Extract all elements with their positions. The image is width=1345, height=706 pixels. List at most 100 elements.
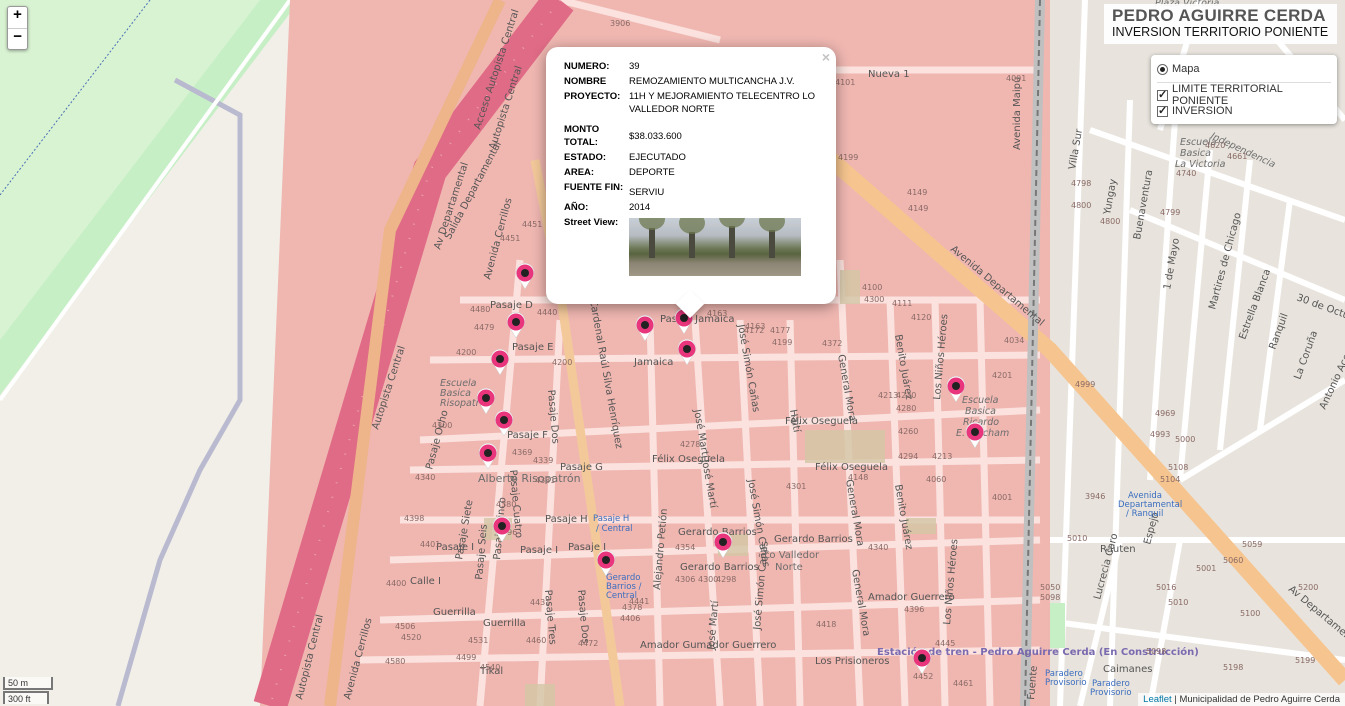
- poi-label: Basica: [965, 406, 996, 417]
- project-popup: × NUMERO: 39 NOMBRE REMOZAMIENTO MULTICA…: [546, 47, 836, 319]
- svg-text:5100: 5100: [1240, 609, 1260, 618]
- svg-text:4440: 4440: [537, 308, 557, 317]
- svg-text:4661: 4661: [1227, 152, 1247, 161]
- svg-text:5198: 5198: [1223, 663, 1243, 672]
- checkbox-icon[interactable]: [1157, 104, 1168, 117]
- svg-text:5104: 5104: [1160, 475, 1180, 484]
- street-label: Jamaica: [633, 357, 673, 368]
- checkbox-icon[interactable]: [1157, 88, 1168, 101]
- street-label: Pasaje E: [512, 342, 553, 353]
- svg-text:4354: 4354: [675, 543, 695, 552]
- svg-text:4452: 4452: [913, 672, 933, 681]
- sports-field-4: [840, 270, 860, 304]
- svg-text:4200: 4200: [456, 348, 476, 357]
- svg-text:3906: 3906: [610, 19, 630, 28]
- field-key: MONTO TOTAL:: [564, 124, 600, 148]
- svg-text:4531: 4531: [468, 636, 488, 645]
- popup-row-nombre: NOMBRE REMOZAMIENTO MULTICANCHA J.V.: [564, 74, 819, 89]
- svg-text:4418: 4418: [816, 620, 836, 629]
- base-layer-mapa[interactable]: Mapa: [1157, 61, 1331, 77]
- radio-icon[interactable]: [1157, 63, 1168, 75]
- street-label: Pasaje I: [568, 542, 606, 553]
- street-label: Nueva 1: [868, 69, 910, 80]
- svg-text:4400: 4400: [386, 579, 406, 588]
- sports-field-1: [805, 430, 885, 463]
- zoom-out-button[interactable]: −: [8, 28, 27, 49]
- svg-text:4506: 4506: [395, 622, 415, 631]
- leaflet-link[interactable]: Leaflet: [1143, 694, 1172, 705]
- svg-text:4060: 4060: [926, 475, 946, 484]
- field-key: AREA:: [564, 167, 595, 178]
- svg-text:4999: 4999: [1075, 380, 1095, 389]
- svg-text:4100: 4100: [862, 283, 882, 292]
- svg-text:4472: 4472: [578, 639, 598, 648]
- svg-text:4149: 4149: [907, 188, 927, 197]
- street-label: Avenida Maipú: [1011, 77, 1023, 150]
- street-label: Félix Oseguela: [815, 461, 888, 473]
- svg-text:4445: 4445: [935, 639, 955, 648]
- street-label: Pasaje F: [507, 430, 548, 441]
- svg-text:4001: 4001: [992, 493, 1012, 502]
- zoom-control: + −: [7, 6, 28, 50]
- svg-text:4479: 4479: [474, 323, 494, 332]
- street-view-image[interactable]: [629, 218, 801, 276]
- popup-row-streetview: Street View:: [564, 215, 819, 277]
- svg-text:4580: 4580: [385, 657, 405, 666]
- poi-label: Alberto Risopatrón: [478, 472, 581, 485]
- stop-label: / Ranquil: [1126, 509, 1163, 519]
- poi-label: Escuela: [962, 395, 999, 406]
- svg-text:4969: 4969: [1155, 409, 1175, 418]
- svg-text:4372: 4372: [822, 339, 842, 348]
- svg-text:4740: 4740: [1176, 169, 1196, 178]
- street-label: Pasaje I: [520, 545, 558, 556]
- popup-row-numero: NUMERO: 39: [564, 59, 819, 74]
- svg-text:5050: 5050: [1040, 583, 1060, 592]
- svg-text:4378: 4378: [622, 603, 642, 612]
- street-label: Amador Guerrero: [868, 592, 955, 603]
- svg-text:4199: 4199: [838, 153, 858, 162]
- field-key: Street View:: [564, 217, 619, 228]
- street-label: Gerardo Barrios: [680, 562, 759, 573]
- svg-text:5059: 5059: [1242, 540, 1262, 549]
- layer-label: LIMITE TERRITORIAL PONIENTE: [1172, 83, 1283, 107]
- popup-close-button[interactable]: ×: [822, 49, 830, 65]
- zoom-in-button[interactable]: +: [8, 7, 27, 28]
- svg-text:4406: 4406: [620, 614, 640, 623]
- svg-text:4163: 4163: [707, 309, 727, 318]
- svg-text:5098: 5098: [1040, 593, 1060, 602]
- svg-text:4369: 4369: [512, 448, 532, 457]
- svg-text:4300: 4300: [432, 421, 452, 430]
- popup-row-estado: ESTADO: EJECUTADO: [564, 150, 819, 165]
- svg-text:4451: 4451: [522, 220, 542, 229]
- attribution: Leaflet | Municipalidad de Pedro Aguirre…: [1138, 693, 1345, 706]
- svg-text:4280: 4280: [896, 404, 916, 413]
- svg-text:4396: 4396: [904, 605, 924, 614]
- sports-field-6: [525, 684, 555, 706]
- svg-text:4340: 4340: [868, 543, 888, 552]
- svg-text:5108: 5108: [1168, 463, 1188, 472]
- stop-label: Provisorio: [1045, 678, 1087, 688]
- svg-text:4620: 4620: [1205, 141, 1225, 150]
- map-subtitle: INVERSION TERRITORIO PONIENTE: [1112, 25, 1329, 39]
- field-key: AÑO:: [564, 202, 589, 213]
- street-label: Félix Oseguela: [652, 453, 725, 465]
- layer-label: INVERSION: [1172, 105, 1233, 117]
- layer-label: Mapa: [1172, 63, 1200, 75]
- svg-text:4300: 4300: [698, 575, 718, 584]
- street-label: Guerrilla: [483, 618, 526, 629]
- svg-text:4294: 4294: [898, 452, 918, 461]
- svg-text:4278: 4278: [680, 440, 700, 449]
- street-label: Pasaje D: [490, 300, 533, 311]
- overlay-limite-territorial[interactable]: LIMITE TERRITORIAL PONIENTE: [1157, 83, 1331, 107]
- svg-text:3946: 3946: [1085, 492, 1105, 501]
- street-label: Caimanes: [1103, 664, 1152, 675]
- svg-text:4199: 4199: [772, 338, 792, 347]
- popup-row-fuente: FUENTE FIN: SERVIU: [564, 180, 819, 200]
- field-value: REMOZAMIENTO MULTICANCHA J.V.: [629, 76, 795, 87]
- field-key: NOMBRE: [564, 76, 607, 87]
- scale-imperial: 300 ft: [3, 691, 49, 704]
- svg-text:4451: 4451: [500, 234, 520, 243]
- svg-text:4480: 4480: [470, 305, 490, 314]
- svg-text:5098: 5098: [1146, 647, 1166, 656]
- scale-metric: 50 m: [3, 677, 53, 690]
